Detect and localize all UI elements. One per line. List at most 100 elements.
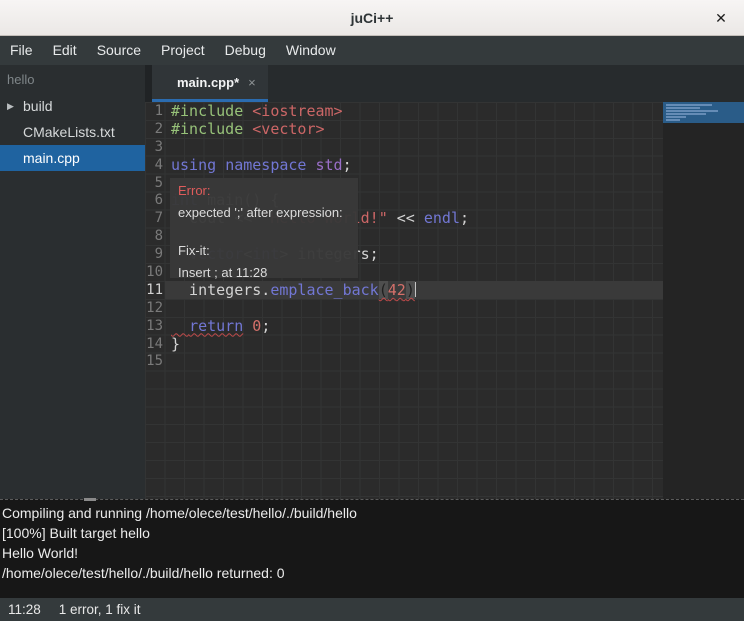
token-brk: ) [406, 281, 415, 299]
file-tree-panel[interactable]: hello ▶build CMakeLists.txt main.cpp [0, 65, 145, 499]
file-tree: ▶build CMakeLists.txt main.cpp [0, 93, 145, 171]
line-number: 13 [145, 318, 163, 334]
line-number: 2 [145, 121, 163, 137]
minimap-code-line [666, 116, 686, 118]
sidebar-item-build[interactable]: ▶build [0, 93, 145, 119]
project-name: hello [0, 65, 145, 93]
editor-pane: main.cpp* × 1 #include <iostream> 2 #include… [145, 65, 744, 499]
token-brk: ( [379, 281, 388, 299]
line-number: 9 [145, 246, 163, 262]
code-line-15: 15 [145, 352, 744, 370]
terminal-output-line: /home/olece/test/hello/./build/hello ret… [2, 563, 744, 583]
menu-project[interactable]: Project [151, 36, 215, 65]
code-text: } [171, 335, 180, 353]
minimap-code-line [666, 104, 712, 106]
token-def: ; [261, 317, 270, 335]
token-kw: return [189, 317, 243, 335]
window-title: juCi++ [351, 10, 394, 26]
build-output-panel[interactable]: Compiling and running /home/olece/test/h… [0, 499, 744, 598]
main-content: hello ▶build CMakeLists.txt main.cpp main.… [0, 65, 744, 499]
line-number: 14 [145, 336, 163, 352]
line-number: 5 [145, 175, 163, 191]
minimap[interactable] [663, 102, 744, 499]
token-kw: emplace_back [270, 281, 378, 299]
expander-icon[interactable]: ▶ [7, 101, 23, 112]
token-def: } [171, 335, 180, 353]
error-label: Error: [178, 183, 350, 198]
diagnostic-tooltip: Error: expected ';' after expression: Fi… [170, 178, 358, 278]
file-name: main.cpp [23, 150, 80, 166]
code-text: return 0; [171, 317, 270, 335]
code-text: #include <vector> [171, 120, 325, 138]
line-number: 8 [145, 228, 163, 244]
token-kw: endl [424, 209, 460, 227]
sidebar-item-cmakelists-txt[interactable]: CMakeLists.txt [0, 119, 145, 145]
token-def: << [388, 209, 424, 227]
code-editor[interactable]: 1#include <iostream>2#include <vector>34… [145, 102, 744, 499]
cursor-position: 11:28 [8, 602, 41, 617]
code-line-14: 14} [145, 335, 744, 353]
token-str: <vector> [252, 120, 324, 138]
file-name: CMakeLists.txt [23, 124, 115, 140]
file-name: build [23, 98, 53, 114]
code-line-13: 13 return 0; [145, 317, 744, 335]
token-pp: #include [171, 102, 243, 120]
menu-edit[interactable]: Edit [43, 36, 87, 65]
token-def [243, 317, 252, 335]
token-num: 42 [388, 281, 406, 299]
line-number: 15 [145, 353, 163, 369]
minimap-viewport[interactable] [663, 102, 744, 123]
tabbar: main.cpp* × [145, 65, 744, 102]
token-def [306, 156, 315, 174]
line-number: 7 [145, 210, 163, 226]
tab-close-icon[interactable]: × [248, 75, 256, 90]
token-pp: #include [171, 120, 243, 138]
line-number: 12 [145, 300, 163, 316]
line-number: 11 [145, 282, 163, 298]
token-def [216, 156, 225, 174]
minimap-code-line [666, 107, 700, 109]
code-line-11: 11 integers.emplace_back(42) [145, 281, 744, 299]
tab-label: main.cpp* [177, 75, 239, 90]
token-def [171, 317, 189, 335]
statusbar: 11:28 1 error, 1 fix it [0, 598, 744, 621]
text-cursor [415, 282, 416, 297]
app-window: juCi++ ✕ FileEditSourceProjectDebugWindo… [0, 0, 744, 621]
minimap-code-line [666, 113, 706, 115]
fixit-label: Fix-it: [178, 243, 350, 258]
token-def: integers. [171, 281, 270, 299]
menu-debug[interactable]: Debug [215, 36, 276, 65]
terminal-output-line: [100%] Built target hello [2, 523, 744, 543]
menu-source[interactable]: Source [87, 36, 151, 65]
line-number: 4 [145, 157, 163, 173]
token-def: ; [460, 209, 469, 227]
menu-window[interactable]: Window [276, 36, 346, 65]
tab-main-cpp-[interactable]: main.cpp* × [152, 65, 268, 102]
terminal-output-line: Hello World! [2, 543, 744, 563]
menu-file[interactable]: File [0, 36, 43, 65]
token-def [243, 120, 252, 138]
diagnostics-summary: 1 error, 1 fix it [59, 602, 141, 617]
code-text: integers.emplace_back(42) [171, 281, 416, 299]
sidebar-item-main-cpp[interactable]: main.cpp [0, 145, 145, 171]
titlebar[interactable]: juCi++ ✕ [0, 0, 744, 36]
error-message: expected ';' after expression: [178, 205, 350, 220]
line-number: 10 [145, 264, 163, 280]
code-line-2: 2 #include <vector> [145, 120, 744, 138]
line-number: 6 [145, 192, 163, 208]
menubar: FileEditSourceProjectDebugWindow [0, 36, 744, 65]
code-line-3: 3 [145, 138, 744, 156]
code-line-4: 4using namespace std; [145, 156, 744, 174]
token-num: 0 [252, 317, 261, 335]
token-kw: using [171, 156, 216, 174]
minimap-code-line [666, 119, 680, 121]
code-line-1: 1 #include <iostream> [145, 102, 744, 120]
line-number: 1 [145, 103, 163, 119]
fixit-message: Insert ; at 11:28 [178, 265, 350, 280]
close-icon[interactable]: ✕ [712, 9, 730, 27]
token-kw: namespace [225, 156, 306, 174]
token-ns: std [316, 156, 343, 174]
splitter-handle[interactable] [84, 498, 96, 501]
token-str: <iostream> [252, 102, 342, 120]
code-text: #include <iostream> [171, 102, 343, 120]
